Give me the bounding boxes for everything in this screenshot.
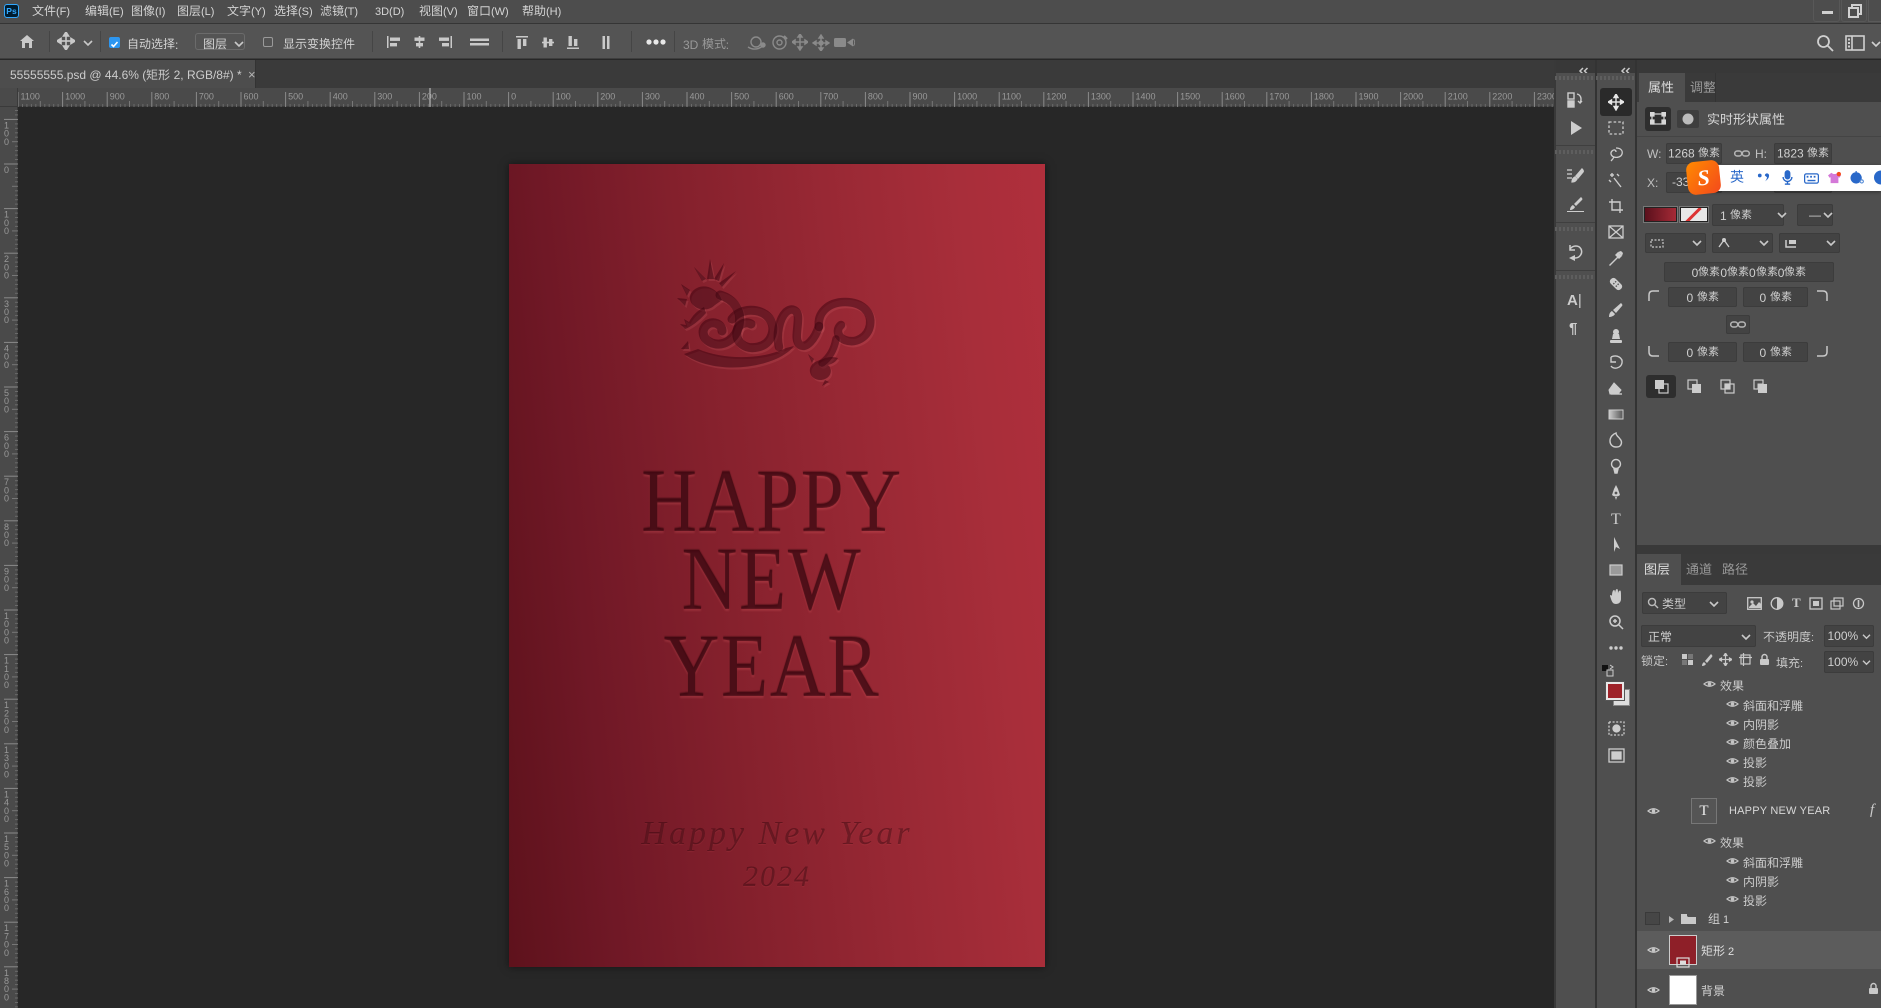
svg-text:800: 800 — [868, 92, 883, 102]
svg-text:1600: 1600 — [1225, 92, 1245, 102]
svg-text:1000: 1000 — [65, 92, 85, 102]
svg-text:200: 200 — [600, 92, 615, 102]
svg-text:1700: 1700 — [1269, 92, 1289, 102]
svg-text:0: 0 — [4, 680, 9, 690]
svg-text:900: 900 — [110, 92, 125, 102]
svg-text:0: 0 — [4, 449, 9, 459]
svg-text:0: 0 — [4, 583, 9, 593]
svg-text:200: 200 — [422, 92, 437, 102]
svg-text:2100: 2100 — [1448, 92, 1468, 102]
svg-text:0: 0 — [4, 494, 9, 504]
svg-text:0: 0 — [4, 814, 9, 824]
svg-text:2000: 2000 — [1403, 92, 1423, 102]
svg-text:0: 0 — [4, 538, 9, 548]
svg-text:1200: 1200 — [1046, 92, 1066, 102]
svg-text:0: 0 — [4, 725, 9, 735]
svg-text:0: 0 — [4, 636, 9, 646]
svg-text:2300: 2300 — [1537, 92, 1554, 102]
svg-text:0: 0 — [4, 903, 9, 913]
svg-text:400: 400 — [333, 92, 348, 102]
svg-text:0: 0 — [4, 769, 9, 779]
svg-text:0: 0 — [511, 92, 516, 102]
svg-text:1000: 1000 — [957, 92, 977, 102]
svg-text:400: 400 — [690, 92, 705, 102]
svg-text:300: 300 — [377, 92, 392, 102]
svg-text:0: 0 — [4, 315, 9, 325]
svg-text:1100: 1100 — [21, 92, 40, 102]
svg-text:800: 800 — [154, 92, 169, 102]
svg-text:700: 700 — [199, 92, 214, 102]
svg-text:0: 0 — [4, 165, 9, 175]
svg-text:500: 500 — [288, 92, 303, 102]
svg-text:1100: 1100 — [1002, 92, 1021, 102]
svg-text:600: 600 — [244, 92, 259, 102]
svg-text:0: 0 — [4, 404, 9, 414]
svg-text:2200: 2200 — [1492, 92, 1512, 102]
svg-text:0: 0 — [4, 137, 9, 147]
svg-text:100: 100 — [467, 92, 482, 102]
svg-text:600: 600 — [779, 92, 794, 102]
svg-text:0: 0 — [4, 859, 9, 869]
svg-text:700: 700 — [823, 92, 838, 102]
svg-text:500: 500 — [734, 92, 749, 102]
svg-text:1900: 1900 — [1359, 92, 1379, 102]
svg-text:100: 100 — [556, 92, 571, 102]
svg-text:0: 0 — [4, 271, 9, 281]
svg-text:0: 0 — [4, 948, 9, 958]
svg-text:900: 900 — [913, 92, 928, 102]
svg-text:0: 0 — [4, 360, 9, 370]
svg-text:300: 300 — [645, 92, 660, 102]
svg-text:0: 0 — [4, 992, 9, 1002]
svg-text:1300: 1300 — [1091, 92, 1111, 102]
svg-text:1800: 1800 — [1314, 92, 1334, 102]
svg-text:T: T — [1611, 511, 1621, 527]
svg-text:0: 0 — [4, 226, 9, 236]
svg-text:1400: 1400 — [1136, 92, 1156, 102]
svg-text:1500: 1500 — [1180, 92, 1200, 102]
